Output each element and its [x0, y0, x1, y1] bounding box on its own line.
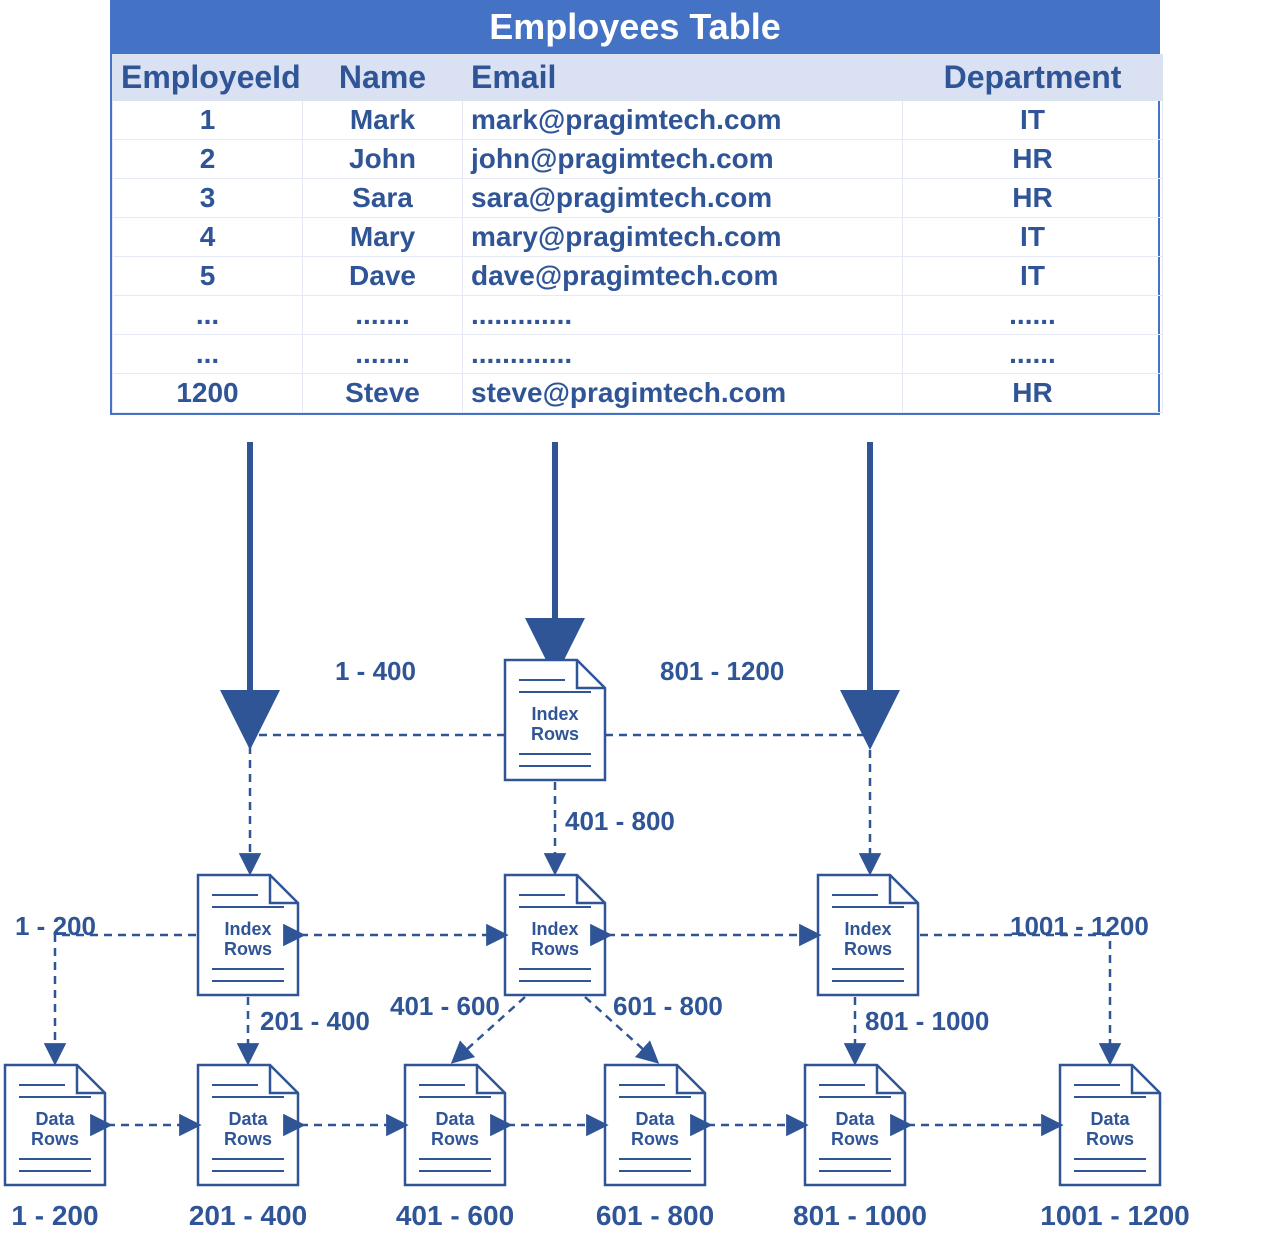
conn-mid2-leaf5: [920, 935, 1110, 1060]
svg-text:Index: Index: [531, 919, 578, 939]
svg-text:Data: Data: [228, 1109, 268, 1129]
svg-text:Rows: Rows: [831, 1129, 879, 1149]
mid-index-center-icon: Index Rows: [505, 875, 605, 995]
mid2-right-range: 1001 - 1200: [1010, 911, 1149, 941]
leaf-3-range: 601 - 800: [596, 1200, 714, 1231]
mid2-left-range: 801 - 1000: [865, 1006, 989, 1036]
svg-text:Data: Data: [1090, 1109, 1130, 1129]
conn-mid0-leaf0: [55, 935, 196, 1060]
svg-text:Index: Index: [224, 919, 271, 939]
leaf-1-icon: Data Rows: [198, 1065, 298, 1185]
leaf-2-range: 401 - 600: [396, 1200, 514, 1231]
svg-text:Data: Data: [435, 1109, 475, 1129]
connector-root-to-midleft: [250, 735, 505, 870]
leaf-4-range: 801 - 1000: [793, 1200, 927, 1231]
root-left-range: 1 - 400: [335, 656, 416, 686]
root-down-range: 401 - 800: [565, 806, 675, 836]
svg-text:Rows: Rows: [224, 1129, 272, 1149]
svg-text:Rows: Rows: [31, 1129, 79, 1149]
mid0-right-range: 201 - 400: [260, 1006, 370, 1036]
svg-text:Rows: Rows: [224, 939, 272, 959]
leaf-4-icon: Data Rows: [805, 1065, 905, 1185]
leaf-5-range: 1001 - 1200: [1040, 1200, 1189, 1231]
svg-text:Index: Index: [844, 919, 891, 939]
svg-text:Rows: Rows: [1086, 1129, 1134, 1149]
svg-text:Rows: Rows: [631, 1129, 679, 1149]
leaf-0-range: 1 - 200: [11, 1200, 98, 1231]
connector-root-to-midright: [605, 735, 870, 870]
leaf-0-icon: Data Rows: [5, 1065, 105, 1185]
index-tree-diagram: Index Rows 1 - 400 801 - 1200 401 - 800 …: [0, 0, 1271, 1246]
mid-index-left-icon: Index Rows: [198, 875, 298, 995]
root-index-page-icon: Index Rows: [505, 660, 605, 780]
svg-text:Data: Data: [835, 1109, 875, 1129]
mid1-left-range: 401 - 600: [390, 991, 500, 1021]
mid-index-right-icon: Index Rows: [818, 875, 918, 995]
leaf-1-range: 201 - 400: [189, 1200, 307, 1231]
leaf-5-icon: Data Rows: [1060, 1065, 1160, 1185]
mid1-right-range: 601 - 800: [613, 991, 723, 1021]
leaf-3-icon: Data Rows: [605, 1065, 705, 1185]
root-index-label-line2: Rows: [531, 724, 579, 744]
svg-text:Data: Data: [35, 1109, 75, 1129]
root-right-range: 801 - 1200: [660, 656, 784, 686]
root-index-label-line1: Index: [531, 704, 578, 724]
svg-text:Data: Data: [635, 1109, 675, 1129]
svg-text:Rows: Rows: [531, 939, 579, 959]
svg-text:Rows: Rows: [431, 1129, 479, 1149]
leaf-2-icon: Data Rows: [405, 1065, 505, 1185]
svg-text:Rows: Rows: [844, 939, 892, 959]
